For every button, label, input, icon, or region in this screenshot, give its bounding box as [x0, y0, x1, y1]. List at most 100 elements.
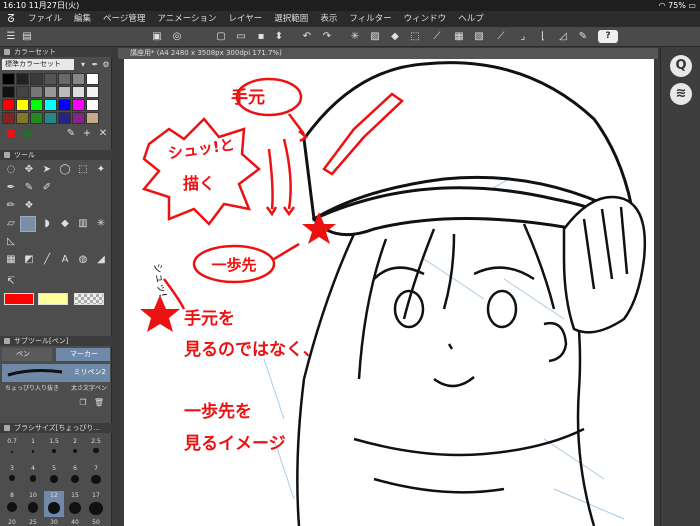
ruler-tool-icon[interactable]: ◺	[4, 235, 18, 249]
swatch[interactable]	[86, 112, 99, 124]
brush-size-cell[interactable]: 4	[23, 464, 43, 490]
fill-bucket-icon[interactable]: ◆	[58, 217, 72, 231]
brush-size-cell[interactable]: 10	[23, 491, 43, 517]
tool-panel-header[interactable]: ツール	[0, 150, 112, 160]
menu-help[interactable]: ヘルプ	[452, 11, 490, 27]
eyedropper3-icon[interactable]: ✒	[4, 181, 18, 195]
swatch[interactable]	[30, 86, 43, 98]
menu-animation[interactable]: アニメーション	[151, 11, 222, 27]
menu-file[interactable]: ファイル	[22, 11, 68, 27]
new-file-icon[interactable]: ▢	[214, 30, 228, 44]
brush-size-cell[interactable]: 2.5	[86, 437, 106, 463]
layer-op2-icon[interactable]: ▧	[472, 30, 486, 44]
correct-line-icon[interactable]: ◢	[94, 253, 108, 267]
eyedropper2-icon[interactable]: ✎	[64, 127, 78, 141]
swatch[interactable]	[44, 112, 57, 124]
swatch[interactable]	[58, 86, 71, 98]
brush-size-cell[interactable]: 40	[65, 518, 85, 526]
swatch[interactable]	[44, 99, 57, 111]
swatch[interactable]	[72, 99, 85, 111]
blend-icon[interactable]: ◗	[40, 217, 54, 231]
brush-size-cell[interactable]: 5	[44, 464, 64, 490]
lasso-icon[interactable]: ◯	[58, 163, 72, 177]
gradient-icon[interactable]: ▥	[76, 217, 90, 231]
arrow-tool-icon[interactable]: ↸	[4, 275, 18, 289]
frame-icon[interactable]: ◩	[22, 253, 36, 267]
copy-subtool-icon[interactable]: ❐	[76, 396, 90, 410]
zoom-icon[interactable]: ◌	[4, 163, 18, 177]
color-set-header[interactable]: カラーセット	[0, 47, 112, 57]
tab-marker[interactable]: マーカー	[56, 348, 110, 361]
eraser-icon[interactable]: ▱	[4, 217, 18, 231]
brush-size-header[interactable]: ブラシサイズ[ちょっぴり...	[0, 423, 112, 433]
swatch[interactable]	[16, 73, 29, 85]
swatch[interactable]	[72, 73, 85, 85]
main-color-chip[interactable]	[4, 293, 34, 305]
save-menu-icon[interactable]: ⬍	[272, 30, 286, 44]
swatch[interactable]	[44, 73, 57, 85]
swatch[interactable]	[30, 99, 43, 111]
swatch[interactable]	[72, 86, 85, 98]
text-icon[interactable]: A	[58, 253, 72, 267]
clear-icon[interactable]: ▨	[368, 30, 382, 44]
menu-window[interactable]: ウィンドウ	[398, 11, 453, 27]
swatch[interactable]	[44, 86, 57, 98]
swatch[interactable]	[72, 112, 85, 124]
swatch[interactable]	[16, 112, 29, 124]
brush-size-cell[interactable]: 2	[65, 437, 85, 463]
main-color-icon[interactable]: ■	[4, 127, 18, 141]
brush-row[interactable]: ちょっぴり入り抜き 太さ文字ペン	[2, 384, 110, 394]
menu-filter[interactable]: フィルター	[343, 11, 397, 27]
brush-icon[interactable]: ✐	[40, 181, 54, 195]
menu-toggle-icon[interactable]: ☰	[4, 30, 18, 44]
brush-size-cell[interactable]: 20	[2, 518, 22, 526]
crop-icon[interactable]: ⟋	[430, 30, 444, 44]
gradient2-icon[interactable]: ▦	[4, 253, 18, 267]
delete-color-icon[interactable]: ✕	[96, 127, 110, 141]
undo-icon[interactable]: ↶	[300, 30, 314, 44]
select-icon[interactable]: ⬚	[76, 163, 90, 177]
swatch[interactable]	[2, 99, 15, 111]
airbrush-icon[interactable]: ❖	[22, 199, 36, 213]
layer-op-icon[interactable]: ▦	[452, 30, 466, 44]
transparent-color-chip[interactable]	[74, 293, 104, 305]
brush-size-cell[interactable]: 15	[65, 491, 85, 517]
sub-tool-header[interactable]: サブツール[ペン]	[0, 336, 112, 346]
swatch[interactable]	[16, 99, 29, 111]
menu-layer[interactable]: レイヤー	[223, 11, 269, 27]
line-icon[interactable]: ╱	[40, 253, 54, 267]
swatch[interactable]	[2, 86, 15, 98]
panel-collapse-icon[interactable]	[4, 49, 10, 55]
brush-size-cell[interactable]: 7	[86, 464, 106, 490]
color-set-select[interactable]: 標準カラーセット	[2, 59, 74, 70]
snap-icon[interactable]: ⌊	[536, 30, 550, 44]
document-tab[interactable]: 講座用* (A4 2480 x 3508px 300dpi 171.7%)	[118, 48, 658, 59]
add-color-icon[interactable]: +	[80, 127, 94, 141]
brush-row-selected[interactable]: ミリペン2	[2, 364, 110, 382]
save-icon[interactable]: ▪	[254, 30, 268, 44]
pen-icon[interactable]: ✎	[22, 181, 36, 195]
panel-collapse-icon[interactable]	[4, 425, 10, 431]
brush-size-cell[interactable]: 50	[86, 518, 106, 526]
pencil-icon[interactable]: ✏	[4, 199, 18, 213]
menu-page[interactable]: ページ管理	[97, 11, 151, 27]
fill-icon[interactable]: ◆	[388, 30, 402, 44]
tab-pen[interactable]: ペン	[2, 348, 52, 361]
help-button[interactable]: ?	[598, 30, 618, 43]
figure-icon[interactable]: ✳	[94, 217, 108, 231]
drawing-canvas[interactable]: 手元 シュッ!と 描く シュッ! 一歩先 手元を 見るのではなく、 一歩先を 見…	[124, 59, 654, 526]
swatch[interactable]	[30, 73, 43, 85]
swatch[interactable]	[86, 73, 99, 85]
app-logo-icon[interactable]: ᘔ	[0, 12, 22, 26]
open-file-icon[interactable]: ▭	[234, 30, 248, 44]
swatch[interactable]	[2, 73, 15, 85]
swatch[interactable]	[58, 99, 71, 111]
brush-size-cell[interactable]: 25	[23, 518, 43, 526]
view-icon[interactable]: ▤	[20, 30, 34, 44]
ruler2-icon[interactable]: ⌟	[516, 30, 530, 44]
swirl-icon[interactable]: ◎	[170, 30, 184, 44]
pen-pressure-icon[interactable]: ✎	[576, 30, 590, 44]
move-icon[interactable]: ✥	[22, 163, 36, 177]
redo-icon[interactable]: ↷	[320, 30, 334, 44]
sub-color-chip[interactable]	[38, 293, 68, 305]
